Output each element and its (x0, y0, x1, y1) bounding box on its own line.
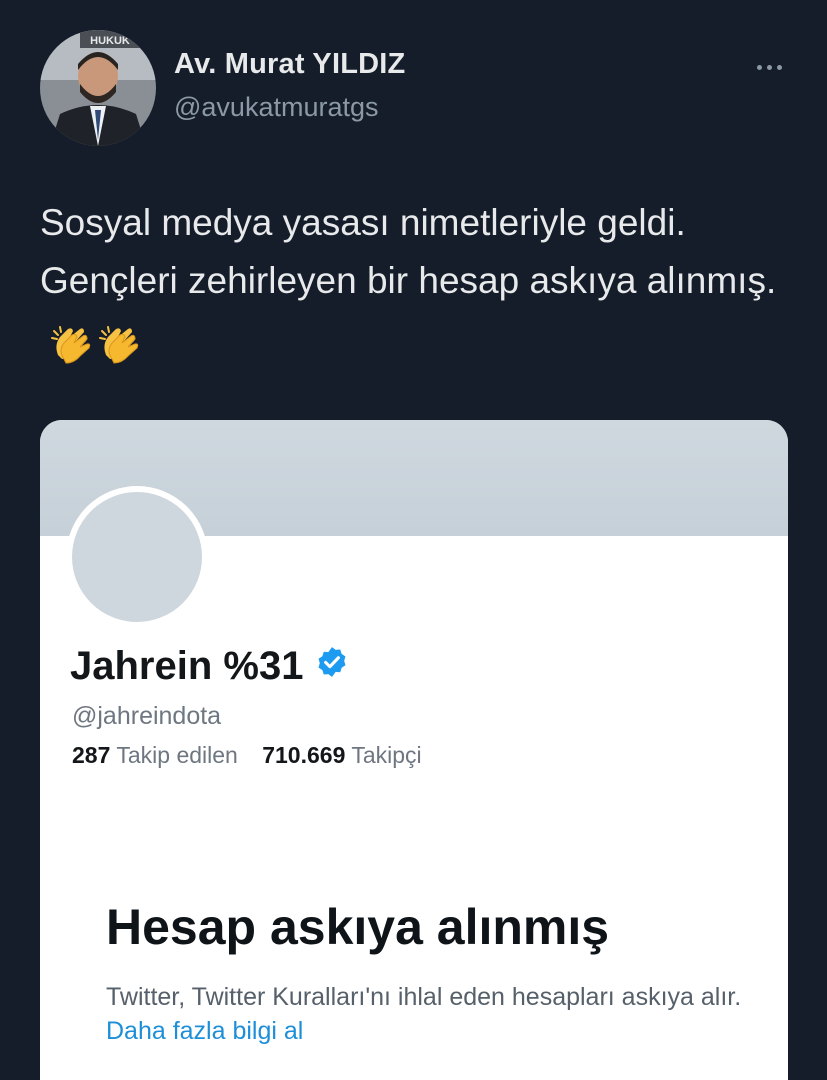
more-options-button[interactable] (748, 52, 790, 82)
tweet: HUKUK Av. Murat YILDIZ @avukatmuratgs So… (0, 0, 827, 1080)
avatar-sign-text: HUKUK (90, 35, 130, 47)
profile-handle: @jahreindota (72, 702, 222, 730)
profile-avatar-placeholder (66, 486, 208, 628)
author-avatar[interactable]: HUKUK (40, 30, 156, 146)
following-label: Takip edilen (116, 742, 238, 768)
tweet-text: Sosyal medya yasası nimetleriyle geldi. … (40, 194, 800, 372)
profile-stats: 287 Takip edilen 710.669 Takipçi (72, 742, 440, 769)
suspended-description: Twitter, Twitter Kuralları'nı ihlal eden… (106, 980, 746, 1048)
following-count: 287 (72, 742, 111, 768)
following-stat: 287 Takip edilen (72, 742, 238, 768)
profile-name-row: Jahrein %31 (70, 644, 349, 689)
more-dot-icon (756, 64, 762, 70)
suspended-title: Hesap askıya alınmış (106, 899, 610, 955)
clapping-hands-icon (98, 314, 142, 372)
author-handle[interactable]: @avukatmuratgs (174, 92, 379, 123)
profile-name: Jahrein %31 (70, 644, 304, 688)
author-photo: HUKUK (40, 30, 156, 146)
followers-count: 710.669 (262, 742, 346, 768)
more-dot-icon (766, 64, 772, 70)
followers-label: Takipçi (351, 742, 422, 768)
followers-stat: 710.669 Takipçi (262, 742, 421, 768)
verified-badge-icon (315, 644, 349, 689)
more-dot-icon (776, 64, 782, 70)
clapping-hands-icon (50, 314, 94, 372)
author-name[interactable]: Av. Murat YILDIZ (174, 48, 405, 81)
learn-more-link[interactable]: Daha fazla bilgi al (106, 1017, 303, 1045)
attached-image[interactable]: Jahrein %31 @jahreindota 287 Takip edile… (40, 420, 788, 1080)
suspended-desc-text: Twitter, Twitter Kuralları'nı ihlal eden… (106, 983, 742, 1011)
tweet-body: Sosyal medya yasası nimetleriyle geldi. … (40, 202, 777, 301)
